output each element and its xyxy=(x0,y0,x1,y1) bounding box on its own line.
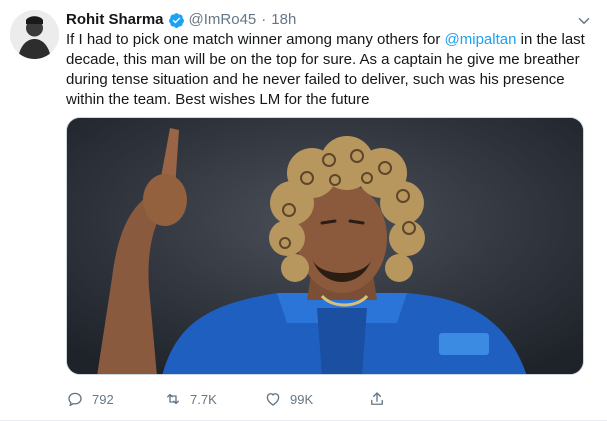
retweet-count: 7.7K xyxy=(190,391,217,407)
like-button[interactable]: 99K xyxy=(264,390,368,408)
tweet-photo[interactable] xyxy=(66,117,584,375)
tweet-text-part: If I had to pick one match winner among … xyxy=(66,31,445,48)
tweet-actions: 792 7.7K 99K xyxy=(66,390,396,408)
like-count: 99K xyxy=(290,391,314,407)
retweet-button[interactable]: 7.7K xyxy=(164,390,264,408)
separator-dot: · xyxy=(261,11,267,28)
tweet-header: Rohit Sharma @ImRo45 · 18h xyxy=(66,10,296,30)
tweet-card[interactable]: Rohit Sharma @ImRo45 · 18h If I had to p… xyxy=(0,0,607,421)
reply-count: 792 xyxy=(92,391,114,407)
author-handle[interactable]: @ImRo45 xyxy=(189,10,257,30)
chevron-down-icon[interactable] xyxy=(575,12,593,30)
verified-badge-icon xyxy=(168,12,185,29)
author-avatar[interactable] xyxy=(10,10,59,59)
heart-icon xyxy=(266,393,280,406)
reply-button[interactable]: 792 xyxy=(66,390,164,408)
share-icon xyxy=(371,392,383,405)
photo-of-cricketer-icon xyxy=(67,118,583,374)
author-display-name[interactable]: Rohit Sharma xyxy=(66,10,164,30)
reply-icon xyxy=(68,392,82,407)
retweet-icon xyxy=(167,393,179,405)
mention-link[interactable]: @mipaltan xyxy=(445,31,517,48)
tweet-timestamp[interactable]: 18h xyxy=(271,10,296,30)
tweet-text: If I had to pick one match winner among … xyxy=(66,30,586,110)
share-button[interactable] xyxy=(368,390,386,408)
